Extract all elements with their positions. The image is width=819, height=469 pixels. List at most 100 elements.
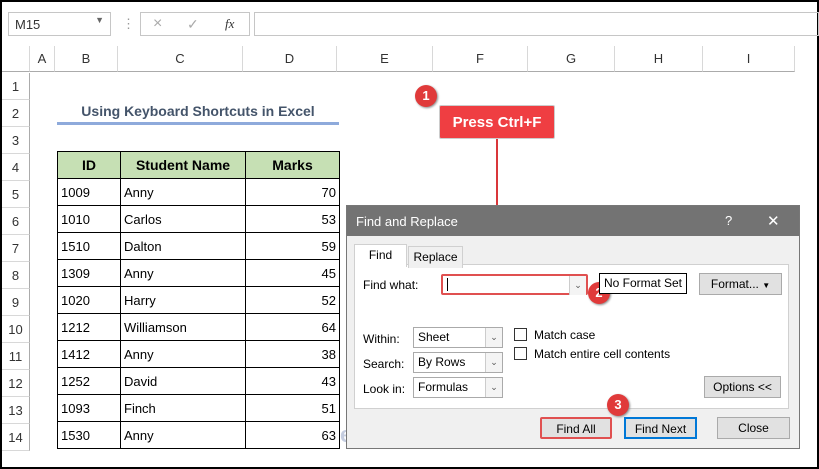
cell-marks[interactable]: 59 xyxy=(245,232,340,260)
chevron-down-icon[interactable]: ▼ xyxy=(95,15,104,25)
find-what-input[interactable]: ⌄ xyxy=(441,274,588,295)
column-header[interactable]: E xyxy=(337,46,433,72)
cell-student-name[interactable]: Harry xyxy=(120,286,246,314)
cell-marks[interactable]: 63 xyxy=(245,421,340,449)
search-label: Search: xyxy=(363,357,405,371)
row-header[interactable]: 5 xyxy=(2,181,30,208)
find-all-button[interactable]: Find All xyxy=(540,417,612,439)
cell-marks[interactable]: 38 xyxy=(245,340,340,368)
cell-id[interactable]: 1212 xyxy=(57,313,121,341)
table-row: 1093 Finch 51 xyxy=(57,394,340,422)
column-header[interactable]: F xyxy=(433,46,528,72)
name-box-value: M15 xyxy=(15,17,41,32)
match-entire-label[interactable]: Match entire cell contents xyxy=(534,347,670,361)
column-header[interactable]: C xyxy=(118,46,243,72)
cell-student-name[interactable]: David xyxy=(120,367,246,395)
cell-student-name[interactable]: Anny xyxy=(120,421,246,449)
column-header[interactable]: B xyxy=(55,46,118,72)
row-header[interactable]: 13 xyxy=(2,397,30,424)
formula-input[interactable] xyxy=(254,12,819,36)
sheet-title: Using Keyboard Shortcuts in Excel xyxy=(81,103,315,119)
cell-student-name[interactable]: Anny xyxy=(120,259,246,287)
header-marks[interactable]: Marks xyxy=(245,151,340,179)
find-replace-dialog: Find and Replace ? ✕ Find Replace Find w… xyxy=(346,205,800,449)
table-row: 1530 Anny 63 xyxy=(57,421,340,449)
cell-marks[interactable]: 51 xyxy=(245,394,340,422)
search-select[interactable]: By Rows ⌄ xyxy=(413,352,503,373)
cell-id[interactable]: 1009 xyxy=(57,178,121,206)
header-student-name[interactable]: Student Name xyxy=(120,151,246,179)
table-row: 1412 Anny 38 xyxy=(57,340,340,368)
column-header[interactable]: G xyxy=(528,46,615,72)
cell-student-name[interactable]: Anny xyxy=(120,178,246,206)
chevron-down-icon[interactable]: ⌄ xyxy=(569,276,586,295)
cell-marks[interactable]: 52 xyxy=(245,286,340,314)
column-header[interactable]: D xyxy=(243,46,337,72)
cell-id[interactable]: 1010 xyxy=(57,205,121,233)
options-button[interactable]: Options << xyxy=(704,376,781,398)
chevron-down-icon: ⌄ xyxy=(485,378,502,397)
find-next-button[interactable]: Find Next xyxy=(624,417,697,439)
no-format-set: No Format Set xyxy=(599,273,687,294)
tab-replace[interactable]: Replace xyxy=(408,246,463,268)
row-header[interactable]: 7 xyxy=(2,235,30,262)
fx-icon[interactable]: fx xyxy=(225,16,234,32)
cell-id[interactable]: 1530 xyxy=(57,421,121,449)
cell-id[interactable]: 1093 xyxy=(57,394,121,422)
table-row: 1510 Dalton 59 xyxy=(57,232,340,260)
cell-id[interactable]: 1412 xyxy=(57,340,121,368)
step-badge-3: 3 xyxy=(607,394,629,416)
row-header[interactable]: 1 xyxy=(2,73,30,100)
chevron-down-icon: ⌄ xyxy=(485,328,502,347)
step-badge-1: 1 xyxy=(415,85,437,107)
select-all-corner[interactable] xyxy=(2,46,30,72)
table-row: 1020 Harry 52 xyxy=(57,286,340,314)
header-id[interactable]: ID xyxy=(57,151,121,179)
excel-window: M15 ▼ ⋮ × ✓ fx A B C D E F G H I 12345678… xyxy=(2,2,819,467)
match-entire-checkbox[interactable] xyxy=(514,347,527,360)
cancel-icon[interactable]: × xyxy=(153,15,162,33)
cell-marks[interactable]: 70 xyxy=(245,178,340,206)
row-header[interactable]: 4 xyxy=(2,154,30,181)
cell-marks[interactable]: 64 xyxy=(245,313,340,341)
cell-student-name[interactable]: Anny xyxy=(120,340,246,368)
close-button[interactable]: Close xyxy=(717,417,790,439)
row-header[interactable]: 3 xyxy=(2,127,30,154)
row-header[interactable]: 10 xyxy=(2,316,30,343)
close-icon[interactable]: ✕ xyxy=(767,212,780,230)
lookin-select[interactable]: Formulas ⌄ xyxy=(413,377,503,398)
cell-marks[interactable]: 53 xyxy=(245,205,340,233)
cell-id[interactable]: 1252 xyxy=(57,367,121,395)
cell-marks[interactable]: 43 xyxy=(245,367,340,395)
cell-student-name[interactable]: Williamson xyxy=(120,313,246,341)
row-header[interactable]: 14 xyxy=(2,424,30,451)
cell-student-name[interactable]: Carlos xyxy=(120,205,246,233)
chevron-down-icon: ⌄ xyxy=(485,353,502,372)
cell-id[interactable]: 1020 xyxy=(57,286,121,314)
row-header[interactable]: 2 xyxy=(2,100,30,127)
enter-icon[interactable]: ✓ xyxy=(187,16,199,33)
cell-id[interactable]: 1309 xyxy=(57,259,121,287)
cell-student-name[interactable]: Dalton xyxy=(120,232,246,260)
match-case-label[interactable]: Match case xyxy=(534,328,595,342)
within-select[interactable]: Sheet ⌄ xyxy=(413,327,503,348)
table-row: 1252 David 43 xyxy=(57,367,340,395)
column-header[interactable]: H xyxy=(615,46,703,72)
column-header[interactable]: A xyxy=(30,46,55,72)
row-header[interactable]: 8 xyxy=(2,262,30,289)
table-row: 1010 Carlos 53 xyxy=(57,205,340,233)
column-header[interactable]: I xyxy=(703,46,795,72)
row-header[interactable]: 11 xyxy=(2,343,30,370)
match-case-checkbox[interactable] xyxy=(514,328,527,341)
name-box[interactable]: M15 ▼ xyxy=(8,12,111,36)
help-icon[interactable]: ? xyxy=(725,213,732,228)
format-button[interactable]: Format... ▼ xyxy=(699,273,782,295)
cell-student-name[interactable]: Finch xyxy=(120,394,246,422)
dialog-titlebar: Find and Replace ? ✕ xyxy=(347,206,799,236)
cell-id[interactable]: 1510 xyxy=(57,232,121,260)
row-header[interactable]: 9 xyxy=(2,289,30,316)
row-header[interactable]: 6 xyxy=(2,208,30,235)
row-header[interactable]: 12 xyxy=(2,370,30,397)
cell-marks[interactable]: 45 xyxy=(245,259,340,287)
tab-find[interactable]: Find xyxy=(354,244,407,267)
